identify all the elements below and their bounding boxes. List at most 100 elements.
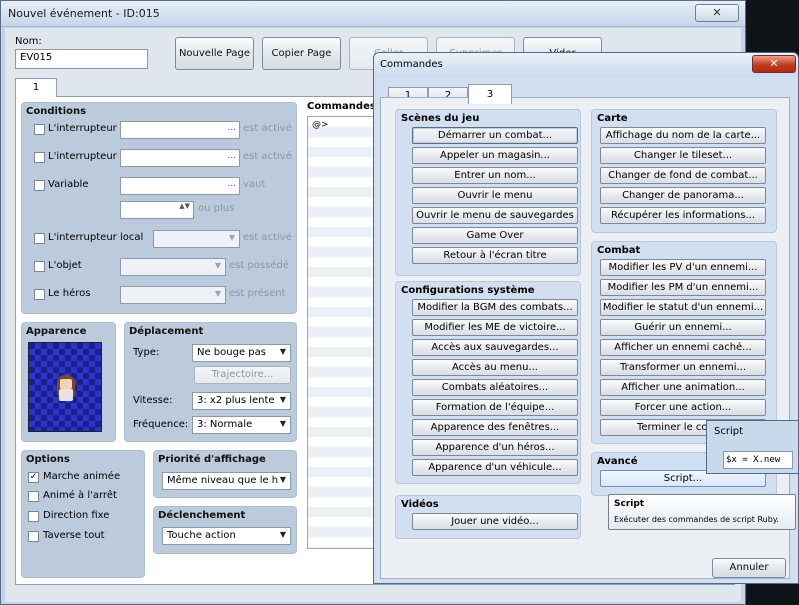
tab-3[interactable]: 3 xyxy=(468,84,512,104)
chevron-down-icon: ▼ xyxy=(279,475,286,484)
actor-checkbox[interactable] xyxy=(34,289,45,300)
system-title: Configurations système xyxy=(401,285,535,296)
actor-dropdown[interactable]: ▼ xyxy=(120,286,226,304)
change-tileset-button[interactable]: Changer le tileset... xyxy=(600,147,766,164)
force-action-button[interactable]: Forcer une action... xyxy=(600,399,766,416)
copy-page-button[interactable]: Copier Page xyxy=(262,37,341,70)
priority-dropdown[interactable]: Même niveau que le h ▼ xyxy=(162,472,291,490)
variable-browse-icon[interactable]: ... xyxy=(227,179,236,189)
trigger-group: Déclenchement Touche action ▼ xyxy=(153,506,297,554)
appearance-title: Apparence xyxy=(26,326,87,337)
switch2-browse-icon[interactable]: ... xyxy=(227,151,236,161)
trigger-title: Déclenchement xyxy=(158,510,246,521)
trigger-dropdown[interactable]: Touche action ▼ xyxy=(162,527,291,545)
scenes-group: Scènes du jeu Démarrer un combat... Appe… xyxy=(395,109,581,276)
enemy-recover-button[interactable]: Guérir un ennemi... xyxy=(600,319,766,336)
enemy-state-button[interactable]: Modifier le statut d'un ennemi... xyxy=(600,299,766,316)
options-title: Options xyxy=(26,454,70,465)
menu-access-button[interactable]: Accès au menu... xyxy=(412,359,578,376)
conditions-group: Conditions L'interrupteur ... est activé… xyxy=(21,102,297,314)
switch2-checkbox[interactable] xyxy=(34,152,45,163)
route-button[interactable]: Trajectoire... xyxy=(194,366,291,384)
walk-anim-checkbox[interactable]: ✓ xyxy=(28,472,39,483)
through-checkbox[interactable] xyxy=(28,531,39,542)
script-code-field[interactable]: $x = X.new xyxy=(723,451,793,469)
walk-anim-label: Marche animée xyxy=(43,471,121,482)
direction-fix-checkbox[interactable] xyxy=(28,511,39,522)
frequency-label: Fréquence: xyxy=(133,419,189,430)
enemy-appear-button[interactable]: Afficher un ennemi caché... xyxy=(600,339,766,356)
tab-page-1[interactable]: 1 xyxy=(15,78,57,97)
open-menu-button[interactable]: Ouvrir le menu xyxy=(412,187,578,204)
enemy-mp-button[interactable]: Modifier les PM d'un ennemi... xyxy=(600,279,766,296)
switch1-label: L'interrupteur xyxy=(48,123,117,134)
appearance-group: Apparence xyxy=(21,322,116,442)
options-group: Options ✓ Marche animée Animé à l'arrêt … xyxy=(21,450,145,578)
advanced-title: Avancé xyxy=(597,456,638,467)
commands-first-line[interactable]: @> xyxy=(312,120,329,130)
switch1-field[interactable]: ... xyxy=(120,121,240,139)
item-dropdown[interactable]: ▼ xyxy=(120,258,226,276)
chevron-down-icon: ▼ xyxy=(279,419,286,428)
close-button[interactable]: ✕ xyxy=(695,4,739,22)
call-shop-button[interactable]: Appeler un magasin... xyxy=(412,147,578,164)
change-battleback-button[interactable]: Changer de fond de combat... xyxy=(600,167,766,184)
battle-title: Combat xyxy=(597,245,641,256)
variable-field[interactable]: ... xyxy=(120,177,240,195)
return-title-button[interactable]: Retour à l'écran titre xyxy=(412,247,578,264)
trigger-value: Touche action xyxy=(167,530,236,541)
name-field[interactable]: EV015 xyxy=(15,49,148,69)
window-skin-button[interactable]: Apparence des fenêtres... xyxy=(412,419,578,436)
window-title: Nouvel événement - ID:015 xyxy=(8,7,160,20)
conditions-title: Conditions xyxy=(26,106,87,117)
random-encounters-button[interactable]: Combats aléatoires... xyxy=(412,379,578,396)
character-graphic[interactable] xyxy=(28,342,102,432)
move-type-dropdown[interactable]: Ne bouge pas ▼ xyxy=(192,344,291,362)
enemy-transform-button[interactable]: Transformer un ennemi... xyxy=(600,359,766,376)
speed-dropdown[interactable]: 3: x2 plus lente ▼ xyxy=(192,392,291,410)
local-switch-dropdown[interactable]: ▼ xyxy=(153,230,240,248)
battle-bgm-button[interactable]: Modifier la BGM des combats... xyxy=(412,299,578,316)
get-location-info-button[interactable]: Récupérer les informations... xyxy=(600,207,766,224)
enter-name-button[interactable]: Entrer un nom... xyxy=(412,167,578,184)
show-animation-button[interactable]: Afficher une animation... xyxy=(600,379,766,396)
videos-title: Vidéos xyxy=(401,499,439,510)
scenes-title: Scènes du jeu xyxy=(401,113,480,124)
priority-title: Priorité d'affichage xyxy=(158,454,266,465)
spinner-arrows-icon[interactable]: ▲▼ xyxy=(179,202,190,210)
open-save-menu-button[interactable]: Ouvrir le menu de sauvegardes xyxy=(412,207,578,224)
new-page-button[interactable]: Nouvelle Page xyxy=(175,37,254,70)
game-over-button[interactable]: Game Over xyxy=(412,227,578,244)
actor-suffix: est présent xyxy=(229,288,286,299)
variable-checkbox[interactable] xyxy=(34,180,45,191)
start-battle-button[interactable]: Démarrer un combat... xyxy=(412,127,578,144)
switch2-field[interactable]: ... xyxy=(120,149,240,167)
vehicle-graphic-button[interactable]: Apparence d'un véhicule... xyxy=(412,459,578,476)
item-checkbox[interactable] xyxy=(34,261,45,272)
chevron-down-icon: ▼ xyxy=(279,395,286,404)
commands-close-button[interactable]: ✕ xyxy=(752,55,796,73)
title-bar: Nouvel événement - ID:015 ✕ xyxy=(1,1,745,27)
party-formation-button[interactable]: Formation de l'équipe... xyxy=(412,399,578,416)
play-video-button[interactable]: Jouer une vidéo... xyxy=(412,513,578,530)
variable-value-spinner[interactable]: ▲▼ xyxy=(120,201,194,219)
cancel-button[interactable]: Annuler xyxy=(712,558,786,578)
local-switch-checkbox[interactable] xyxy=(34,233,45,244)
frequency-dropdown[interactable]: 3: Normale ▼ xyxy=(192,416,291,434)
movement-title: Déplacement xyxy=(129,326,204,337)
switch2-suffix: est activé xyxy=(243,151,292,162)
priority-group: Priorité d'affichage Même niveau que le … xyxy=(153,450,297,498)
step-anim-checkbox[interactable] xyxy=(28,491,39,502)
map-name-display-button[interactable]: Affichage du nom de la carte... xyxy=(600,127,766,144)
commands-list[interactable]: @> xyxy=(307,116,377,549)
enemy-hp-button[interactable]: Modifier les PV d'un ennemi... xyxy=(600,259,766,276)
victory-me-button[interactable]: Modifier les ME de victoire... xyxy=(412,319,578,336)
switch1-checkbox[interactable] xyxy=(34,124,45,135)
item-suffix: est possédé xyxy=(229,260,289,271)
direction-fix-label: Direction fixe xyxy=(43,510,110,521)
switch1-browse-icon[interactable]: ... xyxy=(227,123,236,133)
commands-dialog-title: Commandes xyxy=(380,59,443,70)
save-access-button[interactable]: Accès aux sauvegardes... xyxy=(412,339,578,356)
actor-graphic-button[interactable]: Apparence d'un héros... xyxy=(412,439,578,456)
change-parallax-button[interactable]: Changer de panorama... xyxy=(600,187,766,204)
